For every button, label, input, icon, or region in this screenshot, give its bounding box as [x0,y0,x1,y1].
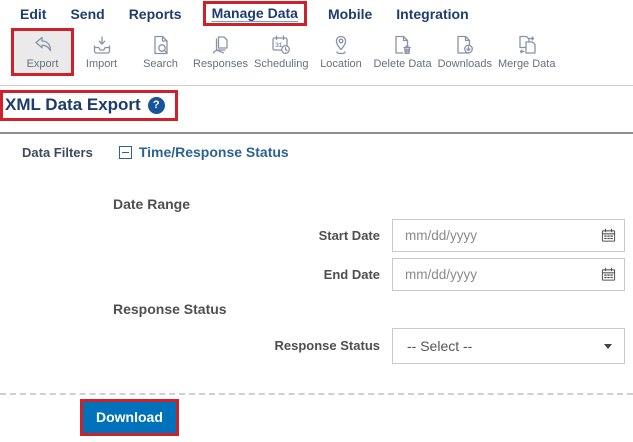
page-title: XML Data Export [5,95,141,115]
filter-group-time-response-status[interactable]: Time/Response Status [119,144,289,160]
scheduling-icon: 31 [267,33,295,57]
toolbar-item-import[interactable]: Import [73,31,130,73]
toolbar-item-export[interactable]: Export [14,31,71,73]
start-date-field-wrap [392,219,625,252]
end-date-input[interactable] [392,258,625,291]
nav-item-integration[interactable]: Integration [396,6,468,22]
export-icon [29,33,57,57]
data-filters-row: Data Filters Time/Response Status [22,144,289,160]
toolbar-item-merge-data[interactable]: Merge Data [496,31,557,73]
date-range-heading: Date Range [113,196,190,212]
response-status-select[interactable]: -- Select -- [392,328,625,364]
toolbar-item-label: Downloads [438,58,492,70]
delete-data-icon [389,33,417,57]
collapse-minus-icon[interactable] [119,146,132,159]
data-filters-label: Data Filters [22,145,93,160]
title-divider [0,132,633,134]
nav-item-manage-data[interactable]: Manage Data [206,4,304,23]
search-icon [147,33,175,57]
toolbar-item-label: Export [27,58,59,70]
response-status-label: Response Status [230,338,380,353]
toolbar-item-label: Scheduling [254,58,308,70]
start-date-label: Start Date [230,228,380,243]
toolbar-item-label: Search [143,58,178,70]
end-date-field-wrap [392,258,625,291]
top-nav: Edit Send Reports Manage Data Mobile Int… [0,0,633,27]
toolbar-item-search[interactable]: Search [132,31,189,73]
toolbar-item-delete-data[interactable]: Delete Data [371,31,433,73]
toolbar-item-label: Location [320,58,362,70]
bottom-dashed-divider [0,393,633,395]
filter-group-label: Time/Response Status [139,144,289,160]
location-icon [327,33,355,57]
download-annotation: Download [83,402,176,433]
calendar-icon[interactable] [601,228,616,248]
merge-data-icon [513,33,541,57]
nav-item-mobile[interactable]: Mobile [328,6,372,22]
toolbar-item-label: Import [86,58,117,70]
manage-data-toolbar: Export Import [0,28,633,86]
nav-item-reports[interactable]: Reports [129,6,182,22]
download-button[interactable]: Download [83,402,176,433]
toolbar-item-downloads[interactable]: Downloads [436,31,494,73]
chevron-down-icon [604,344,612,349]
toolbar-item-label: Merge Data [498,58,555,70]
nav-item-manage-data-label: Manage Data [212,5,298,21]
import-icon [88,33,116,57]
toolbar-item-label: Responses [193,58,248,70]
calendar-icon[interactable] [601,267,616,287]
toolbar-item-scheduling[interactable]: 31 Scheduling [252,31,310,73]
downloads-icon [451,33,479,57]
nav-item-edit[interactable]: Edit [20,6,46,22]
toolbar-item-label: Delete Data [373,58,431,70]
start-date-input[interactable] [392,219,625,252]
toolbar-item-location[interactable]: Location [312,31,369,73]
end-date-label: End Date [230,267,380,282]
page-title-annotation: XML Data Export ? [3,93,175,118]
help-icon[interactable]: ? [148,97,165,114]
xml-data-export-page: Edit Send Reports Manage Data Mobile Int… [0,0,633,442]
response-status-selected-value: -- Select -- [407,338,604,354]
toolbar-item-responses[interactable]: Responses [191,31,250,73]
nav-item-send[interactable]: Send [70,6,104,22]
response-status-heading: Response Status [113,301,227,317]
responses-icon [207,33,235,57]
